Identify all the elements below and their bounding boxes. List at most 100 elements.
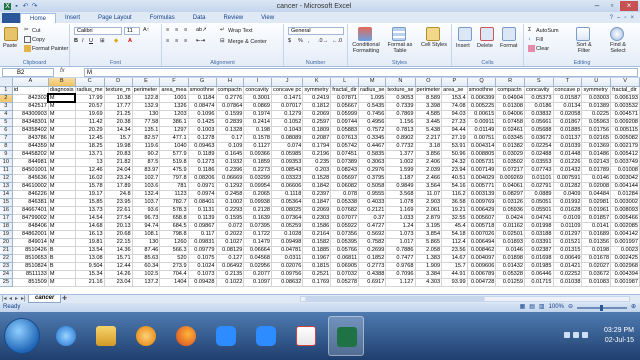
data-cell[interactable]: 0.05742 xyxy=(330,142,360,151)
data-cell[interactable]: 0.08206 xyxy=(188,174,217,183)
row-header-8[interactable]: 8 xyxy=(0,142,13,151)
align-left-icon[interactable]: ≡ xyxy=(166,38,169,44)
data-cell[interactable]: 0.1184 xyxy=(188,94,217,103)
data-cell[interactable]: 3.384 xyxy=(415,270,443,279)
row-header-1[interactable]: 1 xyxy=(0,86,13,95)
sheet-tab-cancer[interactable]: cancer xyxy=(28,295,62,303)
data-cell[interactable]: 0.005466 xyxy=(610,214,640,223)
data-cell[interactable]: 1.017 xyxy=(385,238,416,247)
data-cell[interactable]: 96.73 xyxy=(132,214,161,223)
data-cell[interactable]: 0.008093 xyxy=(610,206,640,215)
data-cell[interactable]: 5.865 xyxy=(415,238,443,247)
data-cell[interactable]: 94.74 xyxy=(132,222,161,231)
data-cell[interactable]: 16.02 xyxy=(75,174,105,183)
data-cell[interactable]: 0.2699 xyxy=(358,246,387,255)
data-cell[interactable]: M xyxy=(48,142,76,151)
data-cell[interactable]: 0.005771 xyxy=(467,182,497,191)
format-table-icon[interactable] xyxy=(392,27,406,41)
data-cell[interactable]: 0.08297 xyxy=(495,190,526,199)
column-header-e[interactable]: E xyxy=(132,78,161,87)
data-cell[interactable]: 0.08474 xyxy=(188,102,217,111)
data-cell[interactable]: 122.8 xyxy=(132,94,161,103)
data-cell[interactable]: 0.1794 xyxy=(302,142,332,151)
font-name-combo[interactable]: Calibri xyxy=(74,27,122,35)
data-cell[interactable]: 0.09744 xyxy=(330,118,360,127)
formula-input[interactable]: M xyxy=(84,68,638,77)
data-cell[interactable]: 12.46 xyxy=(75,166,105,175)
column-header-k[interactable]: K xyxy=(302,78,332,87)
data-cell[interactable]: 0.004394 xyxy=(610,270,640,279)
data-cell[interactable]: 1040 xyxy=(159,142,189,151)
data-cell[interactable]: 0.01885 xyxy=(553,126,583,135)
data-cell[interactable]: 658.8 xyxy=(159,214,189,223)
data-cell[interactable]: 0.02488 xyxy=(524,150,554,159)
data-cell[interactable]: 0.9555 xyxy=(358,190,387,199)
data-cell[interactable]: M xyxy=(48,270,76,279)
data-cell[interactable]: 519.8 xyxy=(159,158,189,167)
data-cell[interactable]: 20.68 xyxy=(104,230,133,239)
data-cell[interactable]: 36.58 xyxy=(441,198,468,207)
fill-color-icon[interactable]: ◆ xyxy=(114,38,118,44)
data-cell[interactable]: 782.7 xyxy=(159,198,189,207)
data-cell[interactable]: 93.99 xyxy=(441,278,468,287)
data-cell[interactable]: 0.02076 xyxy=(271,262,304,271)
data-cell[interactable]: 60.34 xyxy=(132,262,161,271)
data-cell[interactable]: 0.01101 xyxy=(524,174,554,183)
data-cell[interactable]: 0.03299 xyxy=(243,174,273,183)
taskbar-media[interactable] xyxy=(128,316,164,356)
data-cell[interactable]: 0.6917 xyxy=(358,278,387,287)
data-cell[interactable]: 84458202 xyxy=(12,150,49,159)
data-cell[interactable]: 0.203 xyxy=(302,166,332,175)
data-cell[interactable]: 0.1003 xyxy=(188,126,217,135)
data-cell[interactable]: 0.1582 xyxy=(302,238,332,247)
data-cell[interactable]: 0.01421 xyxy=(553,262,583,271)
data-cell[interactable]: 0.1967 xyxy=(302,254,332,263)
horizontal-scroll-thumb[interactable] xyxy=(305,297,485,301)
data-cell[interactable]: 0.006193 xyxy=(610,94,640,103)
data-cell[interactable]: 0.08401 xyxy=(188,198,217,207)
data-cell[interactable]: 0.02387 xyxy=(524,246,554,255)
data-cell[interactable]: 15.7 xyxy=(441,262,468,271)
format-cells-icon[interactable] xyxy=(502,27,516,41)
data-cell[interactable]: 12.45 xyxy=(75,134,105,143)
cell-styles-button[interactable]: Cell Styles xyxy=(420,42,448,48)
data-cell[interactable]: 0.05963 xyxy=(581,118,612,127)
data-cell[interactable]: 0.007149 xyxy=(467,166,497,175)
data-cell[interactable]: 0.01756 xyxy=(581,126,612,135)
data-cell[interactable]: 0.05395 xyxy=(330,238,360,247)
data-cell[interactable]: 27.19 xyxy=(441,134,468,143)
copy-button[interactable]: Copy xyxy=(24,36,45,43)
data-cell[interactable]: 0.05766 xyxy=(330,246,360,255)
data-cell[interactable]: 0.06606 xyxy=(271,182,304,191)
data-cell[interactable]: 0.003139 xyxy=(467,190,497,199)
data-cell[interactable]: 0.02791 xyxy=(524,182,554,191)
data-cell[interactable]: 0.05278 xyxy=(330,278,360,287)
data-cell[interactable]: 0.06664 xyxy=(243,246,273,255)
zoom-out-icon[interactable]: ⊖ xyxy=(568,303,573,312)
data-cell[interactable]: 17.77 xyxy=(104,102,133,111)
data-cell[interactable]: 45.4 xyxy=(441,222,468,231)
data-cell[interactable]: 0.002179 xyxy=(610,142,640,151)
data-cell[interactable]: 0.127 xyxy=(216,254,245,263)
zoom-in-icon[interactable]: ⊕ xyxy=(631,303,636,312)
data-cell[interactable]: 0.01369 xyxy=(581,142,612,151)
data-cell[interactable]: 0.9768 xyxy=(385,262,416,271)
data-cell[interactable]: 0.1278 xyxy=(188,134,217,143)
data-cell[interactable]: 0.02461 xyxy=(495,126,526,135)
format-button[interactable]: Format xyxy=(500,43,517,49)
data-cell[interactable]: 0.074 xyxy=(271,142,304,151)
row-header-13[interactable]: 13 xyxy=(0,182,13,191)
tab-insert[interactable]: Insert xyxy=(56,13,89,23)
autosum-button[interactable]: Σ AutoSum xyxy=(528,27,559,34)
data-cell[interactable]: 843786 xyxy=(12,134,49,143)
data-cell[interactable]: 14.67 xyxy=(441,254,468,263)
data-cell[interactable]: 85.63 xyxy=(132,254,161,263)
data-cell[interactable]: 23.95 xyxy=(104,198,133,207)
data-cell[interactable]: 0.01985 xyxy=(524,262,554,271)
row-header-24[interactable]: 24 xyxy=(0,270,13,279)
data-cell[interactable]: 12.44 xyxy=(104,262,133,271)
data-cell[interactable]: 20.38 xyxy=(104,118,133,127)
data-cell[interactable]: 0.2976 xyxy=(358,166,387,175)
data-cell[interactable]: 2.879 xyxy=(415,214,443,223)
row-header-22[interactable]: 22 xyxy=(0,254,13,263)
